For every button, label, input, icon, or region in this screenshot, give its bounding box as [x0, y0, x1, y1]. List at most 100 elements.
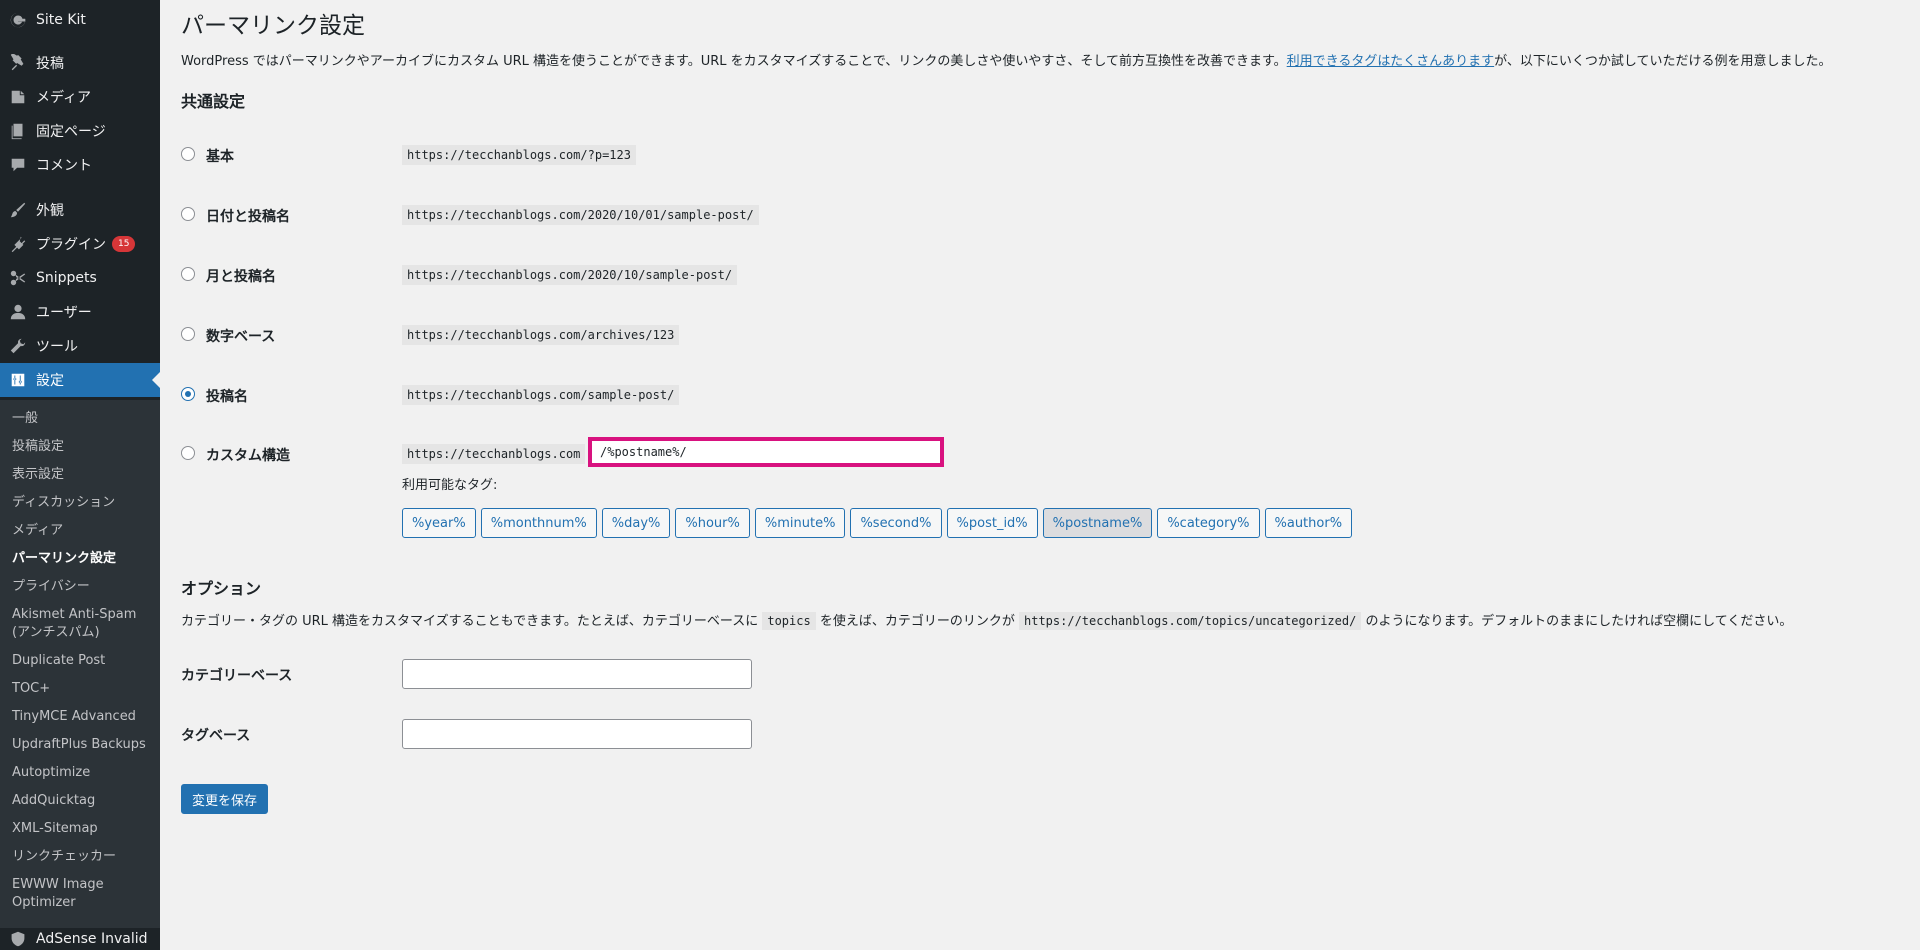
menu-item-snippets[interactable]: Snippets [0, 261, 160, 295]
tag-base-label: タグベース [181, 728, 251, 744]
option-example-url: https://tecchanblogs.com/2020/10/01/samp… [402, 205, 759, 225]
menu-item-tools[interactable]: ツール [0, 329, 160, 363]
submenu-item-tinymce[interactable]: TinyMCE Advanced [12, 708, 158, 726]
submenu-item-xml-sitemap[interactable]: XML-Sitemap [12, 820, 158, 838]
tag-base-input[interactable] [402, 719, 752, 749]
pushpin-icon [0, 54, 36, 72]
tag-button-postname[interactable]: %postname% [1042, 508, 1153, 538]
submenu-item-reading[interactable]: 表示設定 [12, 466, 158, 484]
submenu-item-writing[interactable]: 投稿設定 [12, 438, 158, 456]
radio-button[interactable] [181, 207, 195, 221]
available-tags-link[interactable]: 利用できるタグはたくさんあります [1287, 54, 1494, 69]
options-desc-part-1: カテゴリー・タグの URL 構造をカスタマイズすることもできます。たとえば、カテ… [181, 614, 759, 629]
submenu-item-media[interactable]: メディア [12, 522, 158, 540]
option-label: 月と投稿名 [206, 269, 276, 285]
admin-sidebar: Site Kit 投稿 メディア 固定ページ コメント 外観 プラグイン 15 … [0, 0, 160, 950]
submenu-item-discussion[interactable]: ディスカッション [12, 494, 158, 512]
tag-button-year[interactable]: %year% [402, 508, 476, 538]
available-tags-label: 利用可能なタグ: [402, 478, 498, 493]
menu-item-label: プラグイン [36, 237, 106, 253]
submenu-item-addquicktag[interactable]: AddQuicktag [12, 792, 158, 810]
option-label: 日付と投稿名 [206, 209, 290, 225]
menu-item-adsense-invalid[interactable]: AdSense Invalid [0, 928, 160, 950]
submenu-item-autoptimize[interactable]: Autoptimize [12, 764, 158, 782]
intro-text-before: WordPress ではパーマリンクやアーカイブにカスタム URL 構造を使うこ… [181, 54, 1287, 69]
update-count-badge: 15 [112, 236, 136, 252]
menu-item-comments[interactable]: コメント [0, 148, 160, 182]
submenu-item-privacy[interactable]: プライバシー [12, 578, 158, 596]
menu-item-label: Snippets [36, 270, 97, 286]
settings-sliders-icon [0, 371, 36, 389]
intro-text: WordPress ではパーマリンクやアーカイブにカスタム URL 構造を使うこ… [181, 53, 1901, 71]
permalink-option-post-name[interactable]: 投稿名 https://tecchanblogs.com/sample-post… [181, 385, 1081, 407]
shield-icon [0, 931, 36, 947]
custom-structure-input[interactable] [588, 437, 944, 467]
submenu-item-general[interactable]: 一般 [12, 410, 158, 428]
permalink-option-numeric[interactable]: 数字ベース https://tecchanblogs.com/archives/… [181, 325, 1081, 347]
tag-button-day[interactable]: %day% [601, 508, 671, 538]
media-icon [0, 88, 36, 106]
available-tags-list: %year% %monthnum% %day% %hour% %minute% … [402, 508, 1353, 538]
radio-button[interactable] [181, 147, 195, 161]
plug-icon [0, 235, 36, 253]
intro-text-after: が、以下にいくつか試していただける例を用意しました。 [1494, 54, 1832, 69]
radio-button[interactable] [181, 446, 195, 460]
permalink-option-day-name[interactable]: 日付と投稿名 https://tecchanblogs.com/2020/10/… [181, 205, 1081, 227]
options-description: カテゴリー・タグの URL 構造をカスタマイズすることもできます。たとえば、カテ… [181, 611, 1792, 632]
option-example-url: https://tecchanblogs.com/2020/10/sample-… [402, 265, 738, 285]
option-label: 数字ベース [206, 329, 276, 345]
paintbrush-icon [0, 201, 36, 219]
tag-button-minute[interactable]: %minute% [754, 508, 846, 538]
menu-item-plugins[interactable]: プラグイン 15 [0, 227, 160, 261]
menu-item-posts[interactable]: 投稿 [0, 46, 160, 80]
menu-item-appearance[interactable]: 外観 [0, 193, 160, 227]
menu-item-media[interactable]: メディア [0, 80, 160, 114]
menu-item-label: コメント [36, 158, 92, 174]
tag-button-monthnum[interactable]: %monthnum% [480, 508, 597, 538]
menu-item-site-kit[interactable]: Site Kit [0, 3, 160, 37]
submenu-item-link-checker[interactable]: リンクチェッカー [12, 848, 158, 866]
menu-item-label: 投稿 [36, 56, 64, 72]
submenu-item-updraftplus[interactable]: UpdraftPlus Backups [12, 736, 158, 754]
radio-button[interactable] [181, 267, 195, 281]
category-base-input[interactable] [402, 659, 752, 689]
option-example-url: https://tecchanblogs.com/sample-post/ [402, 385, 680, 405]
menu-item-label: 固定ページ [36, 124, 106, 140]
settings-submenu: 一般 投稿設定 表示設定 ディスカッション メディア パーマリンク設定 プライバ… [0, 400, 160, 928]
menu-item-pages[interactable]: 固定ページ [0, 114, 160, 148]
submenu-item-toc[interactable]: TOC+ [12, 680, 158, 698]
tag-button-category[interactable]: %category% [1157, 508, 1260, 538]
example-code-topics: topics [762, 612, 816, 630]
option-label: 投稿名 [206, 389, 248, 405]
wrench-icon [0, 337, 36, 355]
option-label: 基本 [206, 149, 234, 165]
submenu-item-permalinks[interactable]: パーマリンク設定 [12, 550, 158, 568]
permalink-option-plain[interactable]: 基本 https://tecchanblogs.com/?p=123 [181, 145, 1081, 167]
category-base-label: カテゴリーベース [181, 668, 293, 684]
radio-button-selected[interactable] [181, 387, 195, 401]
save-changes-button[interactable]: 変更を保存 [181, 784, 269, 814]
custom-base-url: https://tecchanblogs.com [402, 444, 586, 464]
submenu-item-akismet[interactable]: Akismet Anti-Spam (アンチスパム) [12, 606, 158, 642]
options-desc-part-3: のようになります。デフォルトのままにしたければ空欄にしてください。 [1365, 614, 1793, 629]
page-title: パーマリンク設定 [181, 13, 365, 39]
main-content: パーマリンク設定 WordPress ではパーマリンクやアーカイブにカスタム U… [181, 0, 1901, 950]
menu-item-label: ユーザー [36, 305, 92, 321]
menu-item-users[interactable]: ユーザー [0, 295, 160, 329]
submenu-item-duplicate-post[interactable]: Duplicate Post [12, 652, 158, 670]
example-code-url: https://tecchanblogs.com/topics/uncatego… [1019, 612, 1362, 630]
option-example-url: https://tecchanblogs.com/?p=123 [402, 145, 636, 165]
permalink-option-month-name[interactable]: 月と投稿名 https://tecchanblogs.com/2020/10/s… [181, 265, 1081, 287]
menu-item-label: 設定 [36, 373, 64, 389]
tag-button-post-id[interactable]: %post_id% [946, 508, 1038, 538]
common-settings-heading: 共通設定 [181, 92, 246, 111]
tag-button-second[interactable]: %second% [850, 508, 942, 538]
tag-button-author[interactable]: %author% [1264, 508, 1353, 538]
tag-button-hour[interactable]: %hour% [675, 508, 750, 538]
comment-icon [0, 156, 36, 174]
menu-item-label: AdSense Invalid [36, 931, 148, 947]
options-desc-part-2: を使えば、カテゴリーのリンクが [819, 614, 1015, 629]
submenu-item-ewww[interactable]: EWWW Image Optimizer [12, 876, 158, 912]
menu-item-settings[interactable]: 設定 [0, 363, 160, 397]
radio-button[interactable] [181, 327, 195, 341]
